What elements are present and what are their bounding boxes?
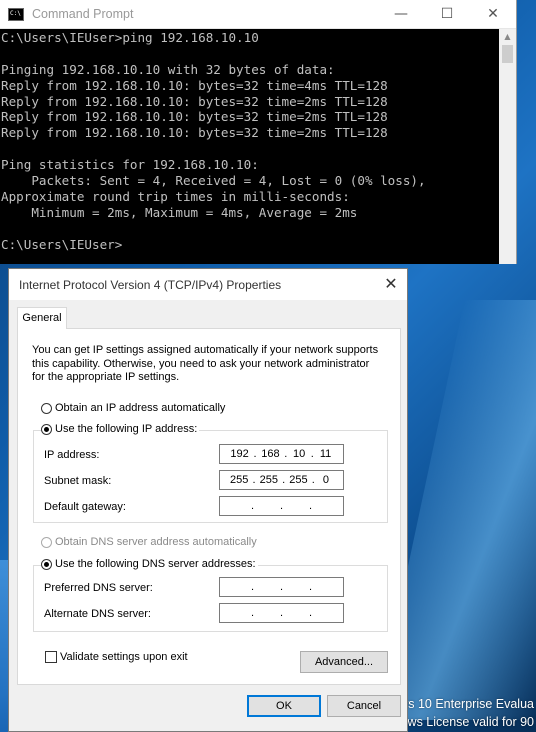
console-line: Packets: Sent = 4, Received = 4, Lost = … xyxy=(1,173,426,189)
default-gateway-field[interactable]: . . . xyxy=(219,496,344,516)
radio-obtain-ip-automatically[interactable]: Obtain an IP address automatically xyxy=(41,402,225,414)
cmd-window-title: Command Prompt xyxy=(32,7,134,21)
console-line: Reply from 192.168.10.10: bytes=32 time=… xyxy=(1,125,388,141)
console-line: Ping statistics for 192.168.10.10: xyxy=(1,157,259,173)
cancel-button[interactable]: Cancel xyxy=(327,695,401,717)
scroll-up-arrow-icon[interactable]: ▲ xyxy=(499,29,516,45)
cmd-console-output[interactable]: C:\Users\IEUser>ping 192.168.10.10 Pingin… xyxy=(0,30,498,264)
radio-label: Use the following IP address: xyxy=(55,423,198,435)
dialog-title: Internet Protocol Version 4 (TCP/IPv4) P… xyxy=(19,278,282,292)
ok-button[interactable]: OK xyxy=(247,695,321,717)
command-prompt-window[interactable]: Command Prompt — ☐ ✕ C:\Users\IEUser>pin… xyxy=(0,0,517,264)
subnet-octet-2[interactable]: 255 xyxy=(260,474,278,486)
cmd-app-icon xyxy=(8,7,24,21)
tab-general[interactable]: General xyxy=(17,307,67,329)
radio-obtain-dns-automatically[interactable]: Obtain DNS server address automatically xyxy=(41,536,257,548)
subnet-mask-label: Subnet mask: xyxy=(44,475,112,487)
radio-use-following-dns[interactable]: Use the following DNS server addresses: xyxy=(41,558,258,570)
close-icon[interactable]: ✕ xyxy=(470,0,516,28)
default-gateway-label: Default gateway: xyxy=(44,501,126,513)
alternate-dns-label: Alternate DNS server: xyxy=(44,608,151,620)
checkbox-unchecked-icon[interactable] xyxy=(45,651,57,663)
maximize-icon[interactable]: ☐ xyxy=(424,0,470,28)
cmd-titlebar[interactable]: Command Prompt — ☐ ✕ xyxy=(0,0,516,29)
radio-button-icon[interactable] xyxy=(41,402,52,414)
radio-use-following-ip[interactable]: Use the following IP address: xyxy=(41,423,200,435)
ip-octet-3[interactable]: 10 xyxy=(292,448,306,460)
dialog-close-icon[interactable]: ✕ xyxy=(375,269,407,300)
console-line: Minimum = 2ms, Maximum = 4ms, Average = … xyxy=(1,204,358,220)
console-line: C:\Users\IEUser>ping 192.168.10.10 xyxy=(1,30,259,45)
console-line: Reply from 192.168.10.10: bytes=32 time=… xyxy=(1,109,388,125)
minimize-icon[interactable]: — xyxy=(378,0,424,28)
radio-button-selected-icon[interactable] xyxy=(41,423,52,435)
dialog-titlebar[interactable]: Internet Protocol Version 4 (TCP/IPv4) P… xyxy=(9,269,407,300)
subnet-octet-1[interactable]: 255 xyxy=(230,474,248,486)
advanced-button[interactable]: Advanced... xyxy=(300,651,388,673)
radio-button-disabled-icon[interactable] xyxy=(41,536,52,548)
cmd-scrollbar[interactable]: ▲ xyxy=(499,29,516,264)
console-line: Reply from 192.168.10.10: bytes=32 time=… xyxy=(1,93,388,109)
console-line: Pinging 192.168.10.10 with 32 bytes of d… xyxy=(1,61,335,77)
radio-label: Obtain DNS server address automatically xyxy=(55,536,257,548)
console-line: Reply from 192.168.10.10: bytes=32 time=… xyxy=(1,77,388,93)
console-line: Approximate round trip times in milli-se… xyxy=(1,188,350,204)
radio-label: Use the following DNS server addresses: xyxy=(55,558,256,570)
ip-octet-4[interactable]: 11 xyxy=(319,448,333,460)
ip-address-label: IP address: xyxy=(44,449,100,461)
ip-octet-1[interactable]: 192 xyxy=(230,448,248,460)
dialog-description: You can get IP settings assigned automat… xyxy=(32,344,379,383)
preferred-dns-field[interactable]: . . . xyxy=(219,577,344,597)
ip-address-field[interactable]: 192. 168. 10. 11 xyxy=(219,444,344,464)
ip-octet-2[interactable]: 168 xyxy=(261,448,279,460)
checkbox-label: Validate settings upon exit xyxy=(60,651,188,663)
general-tab-panel: You can get IP settings assigned automat… xyxy=(17,328,401,685)
subnet-mask-field[interactable]: 255. 255. 255. 0 xyxy=(219,470,344,490)
preferred-dns-label: Preferred DNS server: xyxy=(44,582,153,594)
subnet-octet-3[interactable]: 255 xyxy=(289,474,307,486)
validate-settings-checkbox[interactable]: Validate settings upon exit xyxy=(45,651,188,663)
ipv4-properties-dialog[interactable]: Internet Protocol Version 4 (TCP/IPv4) P… xyxy=(8,268,408,732)
radio-label: Obtain an IP address automatically xyxy=(55,402,226,414)
subnet-octet-4[interactable]: 0 xyxy=(319,474,333,486)
console-line: C:\Users\IEUser> xyxy=(1,236,123,252)
radio-button-selected-icon[interactable] xyxy=(41,558,52,570)
scrollbar-thumb[interactable] xyxy=(502,45,513,63)
alternate-dns-field[interactable]: . . . xyxy=(219,603,344,623)
